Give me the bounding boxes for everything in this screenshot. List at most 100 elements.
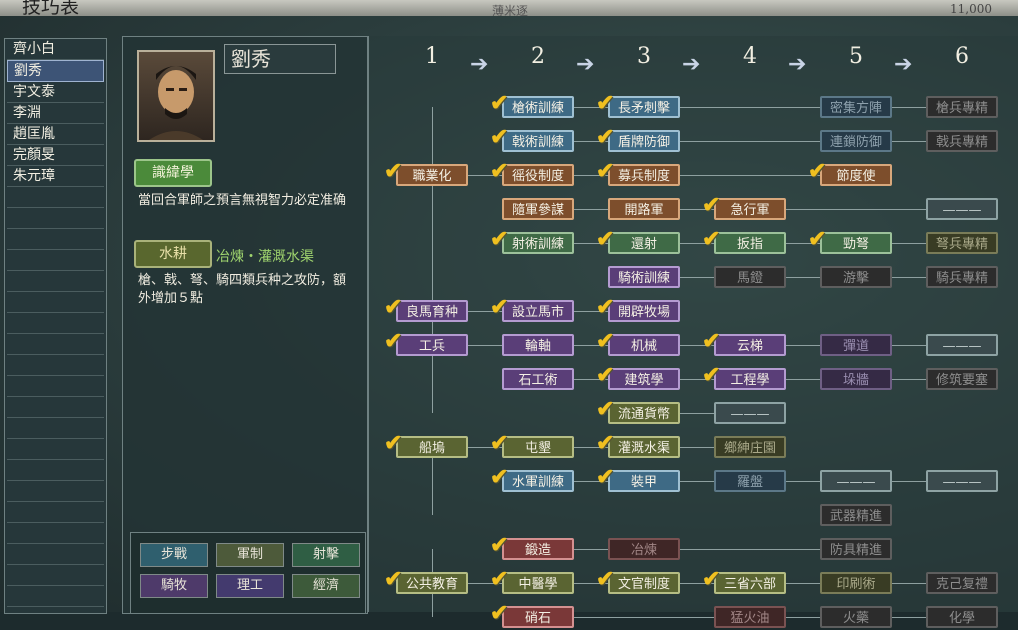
tech-node[interactable]: 武器精進 (820, 504, 892, 526)
tech-node[interactable]: 輪軸 (502, 334, 574, 356)
tech-node[interactable]: 募兵制度 ✔ (596, 160, 680, 186)
column-number-1: 1 (425, 44, 439, 69)
tech-node[interactable]: 彈道 (820, 334, 892, 356)
category-0: 步戰 (140, 543, 208, 567)
tech-node[interactable]: 中醫學 ✔ (490, 568, 574, 594)
tech-node[interactable]: 戟術訓練 ✔ (490, 126, 574, 152)
tech-node[interactable]: 鄉紳庄園 (714, 436, 786, 458)
tech-node-label: 戟術訓練 (511, 135, 564, 150)
tech-node[interactable]: 石工術 (502, 368, 574, 390)
tech-node[interactable]: 公共教育 ✔ (384, 568, 468, 594)
tech-node[interactable]: 灌溉水渠 ✔ (596, 432, 680, 458)
officer-list-item[interactable]: 朱元璋 (7, 166, 104, 187)
skill2-button[interactable]: 水耕 (134, 240, 212, 268)
tech-node[interactable]: 設立馬市 ✔ (490, 296, 574, 322)
tech-node[interactable]: 馬鐙 (714, 266, 786, 288)
tech-node[interactable]: 槍術訓練 ✔ (490, 92, 574, 118)
tech-node[interactable]: 射術訓練 ✔ (490, 228, 574, 254)
tech-node-label: 開辟牧場 (617, 305, 670, 320)
tech-node[interactable]: ——— (926, 334, 998, 356)
officer-list-item[interactable]: 劉秀 (7, 60, 104, 82)
tech-node[interactable]: 化學 (926, 606, 998, 628)
tech-node[interactable]: 印刷術 (820, 572, 892, 594)
tech-node[interactable]: 羅盤 (714, 470, 786, 492)
tech-node[interactable]: 開辟牧場 ✔ (596, 296, 680, 322)
tech-node[interactable]: 開路軍 (608, 198, 680, 220)
tech-node[interactable]: 云梯 ✔ (702, 330, 786, 356)
tech-node[interactable]: 弩兵專精 (926, 232, 998, 254)
checkmark-icon: ✔ (490, 566, 509, 592)
tech-node[interactable]: 急行軍 ✔ (702, 194, 786, 220)
tech-node[interactable]: ——— (820, 470, 892, 492)
tech-node[interactable]: 建筑學 ✔ (596, 364, 680, 390)
tech-node[interactable]: 騎術訓練 (608, 266, 680, 288)
tech-node[interactable]: 長矛刺擊 ✔ (596, 92, 680, 118)
tech-node[interactable]: 徭役制度 ✔ (490, 160, 574, 186)
checkmark-icon: ✔ (490, 294, 509, 320)
checkmark-icon: ✔ (596, 362, 615, 388)
skill1-button[interactable]: 識緯學 (134, 159, 212, 187)
officer-list-item[interactable]: 趙匡胤 (7, 124, 104, 145)
tech-node[interactable]: 還射 ✔ (596, 228, 680, 254)
officer-list-item[interactable]: 完顏旻 (7, 145, 104, 166)
tech-node-label: 三省六部 (723, 577, 776, 592)
tech-node-label: 騎兵專精 (935, 271, 988, 286)
tech-node-label: 机械 (630, 339, 657, 354)
tech-node[interactable]: 防具精進 (820, 538, 892, 560)
officer-list-item[interactable]: 李淵 (7, 103, 104, 124)
tech-node[interactable]: ——— (926, 470, 998, 492)
officer-list-item[interactable]: 齊小白 (7, 39, 104, 60)
window-title: 技巧表 (22, 0, 80, 17)
tech-node[interactable]: ——— (926, 198, 998, 220)
connector-line (432, 447, 750, 448)
tech-node[interactable]: 机械 ✔ (596, 330, 680, 356)
tech-node[interactable]: 垛牆 (820, 368, 892, 390)
tech-node[interactable]: 流通貨幣 ✔ (596, 398, 680, 424)
tech-node[interactable]: 船塢 ✔ (384, 432, 468, 458)
tech-node-label: 扳指 (736, 237, 763, 252)
tech-node[interactable]: 職業化 ✔ (384, 160, 468, 186)
tech-node[interactable]: 克己复禮 (926, 572, 998, 594)
checkmark-icon: ✔ (702, 226, 721, 252)
tech-node-label: 灌溉水渠 (617, 441, 670, 456)
column-number-6: 6 (955, 44, 969, 69)
tech-node[interactable]: 鍛造 ✔ (490, 534, 574, 560)
tech-node[interactable]: 工程學 ✔ (702, 364, 786, 390)
tech-node[interactable]: 扳指 ✔ (702, 228, 786, 254)
tech-node[interactable]: 文官制度 ✔ (596, 568, 680, 594)
tech-node-label: 化學 (948, 611, 975, 626)
tech-node[interactable]: 良馬育种 ✔ (384, 296, 468, 322)
tech-node[interactable]: 水軍訓練 ✔ (490, 466, 574, 492)
tech-node[interactable]: ——— (714, 402, 786, 424)
tech-node[interactable]: 工兵 ✔ (384, 330, 468, 356)
tech-node[interactable]: 槍兵專精 (926, 96, 998, 118)
checkmark-icon: ✔ (384, 430, 403, 456)
tech-node[interactable]: 硝石 ✔ (490, 602, 574, 628)
tech-node[interactable]: 猛火油 (714, 606, 786, 628)
category-3: 騎牧 (140, 574, 208, 598)
tech-node[interactable]: 勁弩 ✔ (808, 228, 892, 254)
column-number-4: 4 (743, 44, 757, 69)
tech-node[interactable]: 節度使 ✔ (808, 160, 892, 186)
tech-node-label: 戟兵專精 (935, 135, 988, 150)
tech-node[interactable]: 三省六部 ✔ (702, 568, 786, 594)
tech-node[interactable]: 盾牌防御 ✔ (596, 126, 680, 152)
tech-node[interactable]: 裝甲 ✔ (596, 466, 680, 492)
tech-node[interactable]: 冶煉 (608, 538, 680, 560)
tech-node[interactable]: 連鎖防御 (820, 130, 892, 152)
tech-node[interactable]: 密集方陣 (820, 96, 892, 118)
officer-list-empty-row (7, 481, 104, 502)
tech-node[interactable]: 火藥 (820, 606, 892, 628)
tech-node-label: 硝石 (524, 611, 551, 626)
tech-node[interactable]: 騎兵專精 (926, 266, 998, 288)
officer-list-empty-row (7, 397, 104, 418)
officer-list-empty-row (7, 544, 104, 565)
checkmark-icon: ✔ (384, 328, 403, 354)
tech-node[interactable]: 戟兵專精 (926, 130, 998, 152)
officer-list-item[interactable]: 宇文泰 (7, 82, 104, 103)
tech-node[interactable]: 游擊 (820, 266, 892, 288)
tech-node[interactable]: 修筑要塞 (926, 368, 998, 390)
tech-node[interactable]: 屯墾 ✔ (490, 432, 574, 458)
tech-node-label: 公共教育 (405, 577, 458, 592)
tech-node[interactable]: 隨軍參謀 (502, 198, 574, 220)
